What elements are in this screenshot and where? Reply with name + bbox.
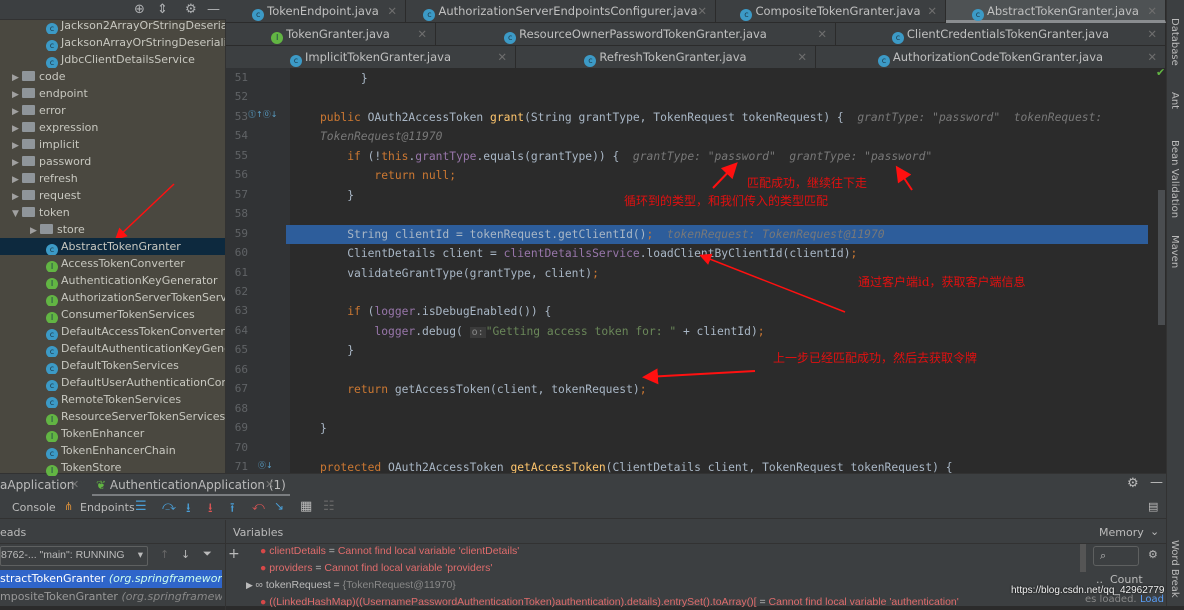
chevron-right-icon[interactable]: ▶ [12,138,22,153]
tree-item[interactable]: ▼ token [0,204,225,221]
tree-item-label: ResourceServerTokenServices [61,410,225,423]
tree-item-label: TokenEnhancerChain [61,444,176,457]
folder-icon [22,139,35,149]
chevron-right-icon[interactable]: ▶ [12,189,22,204]
tree-item[interactable]: c DefaultAccessTokenConverter [0,323,225,340]
tree-item[interactable]: c JdbcClientDetailsService [0,51,225,68]
tree-item-label: ConsumerTokenServices [61,308,195,321]
interface-icon: I [46,431,58,442]
chevron-right-icon[interactable]: ▶ [12,155,22,170]
interface-icon: I [46,261,58,272]
tree-item-label: DefaultUserAuthenticationConverter [61,376,225,389]
folder-icon [22,173,35,183]
tree-item-label: request [39,189,81,202]
tree-item[interactable]: IAuthorizationServerTokenServices [0,289,225,306]
class-icon: c [46,346,58,357]
folder-icon [22,122,35,132]
class-icon: c [46,244,58,255]
tree-item-label: AuthenticationKeyGenerator [61,274,218,287]
interface-icon: I [46,465,58,476]
tree-item[interactable]: cDefaultUserAuthenticationConverter [0,374,225,391]
tree-item-label: JacksonArrayOrStringDeserializer [61,36,225,49]
tree-item-label: token [39,206,70,219]
arrow-to-granttype-hint-1 [712,162,738,189]
tree-item-label: DefaultAccessTokenConverter [61,325,225,338]
tree-item[interactable]: ▶ endpoint [0,85,225,102]
tree-item-label: RemoteTokenServices [61,393,182,406]
tree-item[interactable]: ▶ implicit [0,136,225,153]
tree-item[interactable]: ▶ error [0,102,225,119]
tree-item[interactable]: ▶ password [0,153,225,170]
folder-icon [40,224,53,234]
tree-item-label: code [39,70,66,83]
class-icon: c [46,448,58,459]
folder-icon [22,207,35,217]
chevron-right-icon[interactable]: ▶ [12,87,22,102]
tree-item[interactable]: c AbstractTokenGranter [0,238,225,255]
tree-item[interactable]: I TokenEnhancer [0,425,225,442]
folder-icon [22,190,35,200]
interface-icon: I [46,414,58,425]
tree-item[interactable]: ▶ code [0,68,225,85]
arrow-to-get-access-token [642,368,756,385]
tree-item-label: Jackson2ArrayOrStringDeserializer [61,19,225,32]
chevron-right-icon[interactable]: ▶ [12,121,22,136]
tree-item-label: AuthorizationServerTokenServices [61,291,225,304]
tree-item[interactable]: cJacksonArrayOrStringDeserializer [0,34,225,51]
tree-item[interactable]: ▶ expression [0,119,225,136]
tree-item-label: DefaultAuthenticationKeyGenerator [61,342,225,355]
tree-item[interactable]: c TokenEnhancerChain [0,442,225,459]
chevron-right-icon[interactable]: ▶ [12,104,22,119]
tree-item[interactable]: I AuthenticationKeyGenerator [0,272,225,289]
class-icon: c [46,57,58,68]
folder-icon [22,105,35,115]
tree-item-label: DefaultTokenServices [61,359,179,372]
tree-item[interactable]: cJackson2ArrayOrStringDeserializer [0,17,225,34]
class-icon: c [46,23,58,34]
tree-item[interactable]: cDefaultAuthenticationKeyGenerator [0,340,225,357]
tree-item-label: password [39,155,92,168]
tree-item[interactable]: I TokenStore [0,459,225,476]
chevron-right-icon[interactable]: ▶ [12,172,22,187]
tree-item-label: error [39,104,66,117]
folder-icon [22,156,35,166]
interface-icon: I [46,295,58,306]
tree-item-label: AccessTokenConverter [61,257,185,270]
class-icon: c [46,329,58,340]
class-icon: c [46,40,58,51]
tree-item[interactable]: ▶ refresh [0,170,225,187]
arrow-to-load-client [699,253,846,313]
chevron-down-icon[interactable]: ▼ [12,206,22,221]
tree-item[interactable]: I AccessTokenConverter [0,255,225,272]
folder-icon [22,71,35,81]
tree-item-label: implicit [39,138,80,151]
tree-item[interactable]: I ResourceServerTokenServices [0,408,225,425]
tree-item[interactable]: ▶ store [0,221,225,238]
chevron-right-icon[interactable]: ▶ [12,70,22,85]
tree-item-label: TokenStore [61,461,122,474]
class-icon: c [46,380,58,391]
interface-icon: I [46,312,58,323]
interface-icon: I [46,278,58,289]
folder-icon [22,88,35,98]
class-icon: c [46,363,58,374]
tree-item-label: endpoint [39,87,88,100]
tree-item-label: JdbcClientDetailsService [61,53,195,66]
tree-item[interactable]: c DefaultTokenServices [0,357,225,374]
tree-item[interactable]: ▶ request [0,187,225,204]
tree-item[interactable]: I ConsumerTokenServices [0,306,225,323]
tree-item-label: AbstractTokenGranter [61,240,181,253]
chevron-right-icon[interactable]: ▶ [30,223,40,238]
tree-item-label: expression [39,121,99,134]
arrow-to-granttype-hint-2 [895,165,913,191]
tree-item-label: TokenEnhancer [61,427,145,440]
tree-item[interactable]: c RemoteTokenServices [0,391,225,408]
class-icon: c [46,397,58,408]
tree-item-label: store [57,223,85,236]
tree-item-label: refresh [39,172,78,185]
